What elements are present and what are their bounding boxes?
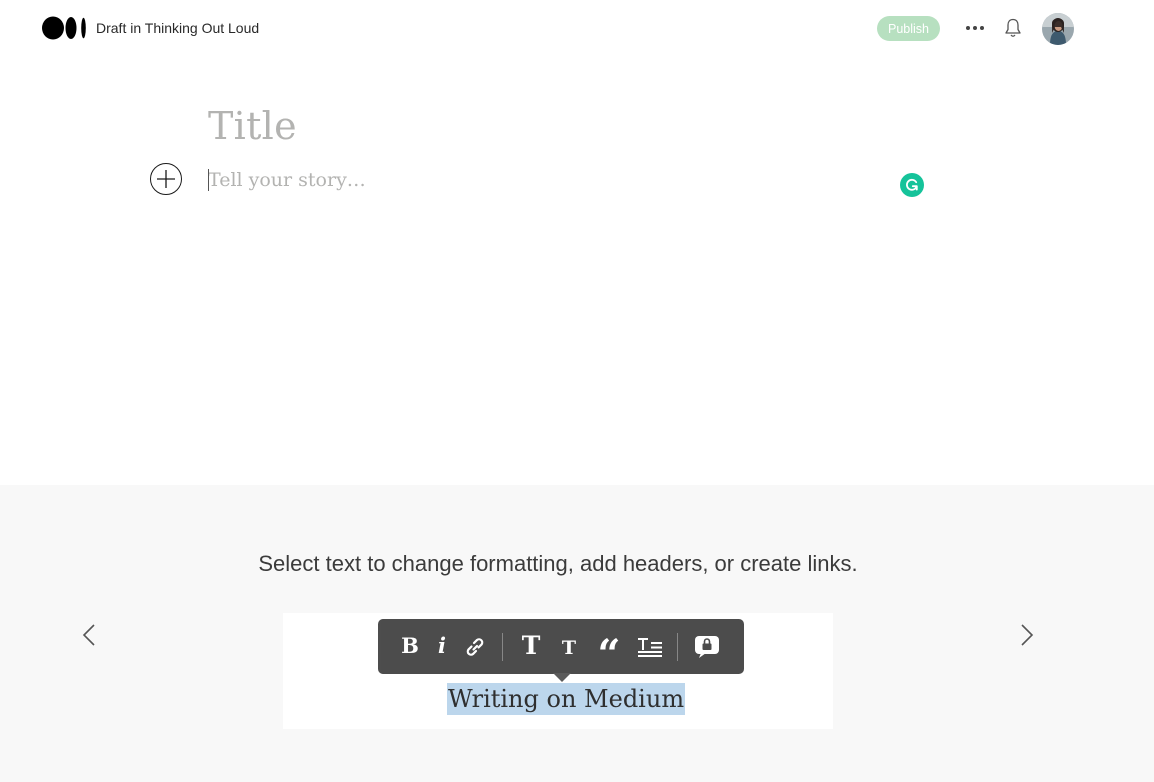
plus-circle-icon — [157, 170, 175, 188]
bell-icon[interactable] — [1003, 17, 1023, 39]
drop-cap-icon — [638, 638, 662, 657]
toolbar-pointer — [553, 673, 571, 682]
bold-icon: B — [401, 633, 419, 658]
chevron-right-icon[interactable] — [1014, 621, 1038, 649]
medium-logo-icon[interactable] — [42, 16, 88, 40]
toolbar-separator — [677, 633, 678, 661]
more-icon[interactable] — [964, 18, 986, 38]
link-icon — [466, 638, 484, 656]
avatar[interactable] — [1042, 13, 1074, 45]
small-heading-icon: T — [561, 637, 577, 659]
add-content-button[interactable] — [150, 163, 182, 195]
quote-icon: “ — [597, 631, 621, 678]
chevron-left-icon[interactable] — [78, 621, 102, 649]
formatting-preview: B i T T “ Writing on Medium — [283, 613, 833, 729]
text-cursor — [208, 169, 209, 191]
publish-button[interactable]: Publish — [877, 16, 940, 41]
grammarly-icon[interactable] — [900, 173, 924, 197]
title-input[interactable]: Title — [208, 100, 297, 152]
large-heading-icon: T — [521, 631, 541, 660]
tip-text: Select text to change formatting, add he… — [258, 551, 858, 576]
draft-label: Draft in Thinking Out Loud — [96, 20, 260, 36]
italic-icon: i — [438, 633, 446, 658]
story-input[interactable]: Tell your story… — [208, 166, 366, 194]
top-header: Draft in Thinking Out Loud Publish — [0, 0, 1154, 56]
tips-panel: Select text to change formatting, add he… — [0, 485, 1154, 782]
toolbar-separator — [502, 633, 503, 661]
formatting-toolbar: B i T T “ — [378, 619, 744, 678]
private-note-icon — [695, 636, 719, 658]
selected-sample-text: Writing on Medium — [447, 683, 686, 715]
